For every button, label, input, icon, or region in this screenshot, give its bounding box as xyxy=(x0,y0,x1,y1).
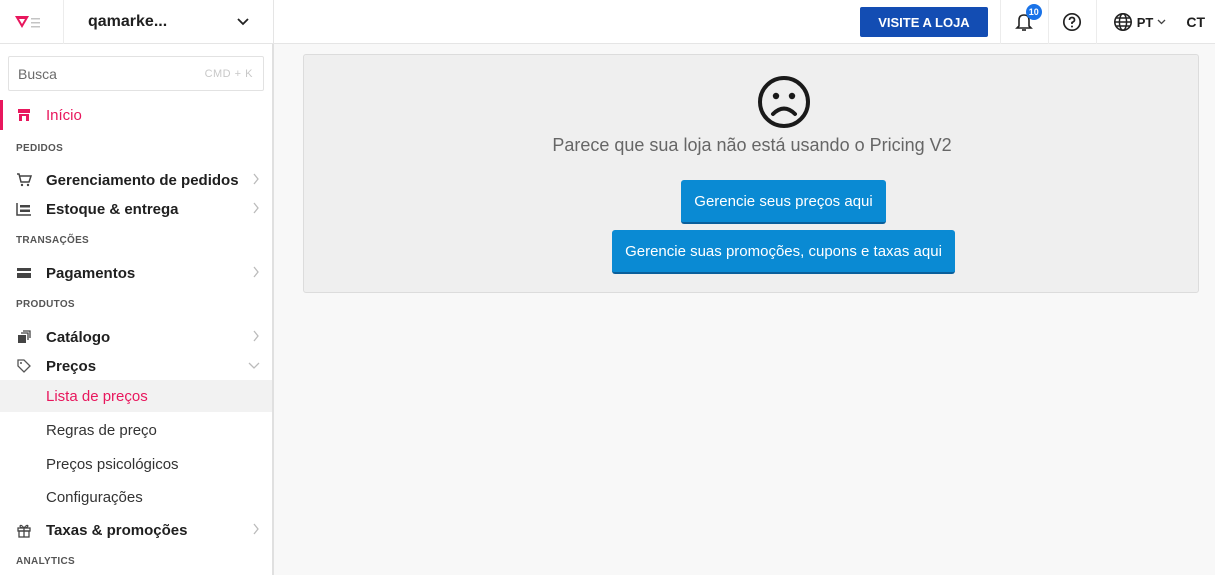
visit-store-button[interactable]: VISITE A LOJA xyxy=(860,7,988,37)
empty-state-panel: Parece que sua loja não está usando o Pr… xyxy=(303,54,1199,293)
sidebar-item-label: Início xyxy=(46,106,82,124)
section-analytics: ANALYTICS xyxy=(16,556,76,567)
vtex-logo[interactable] xyxy=(0,0,64,44)
tag-icon xyxy=(14,358,34,374)
search-input[interactable]: Busca CMD + K xyxy=(8,56,264,91)
language-code: PT xyxy=(1136,14,1154,30)
cart-icon xyxy=(14,173,34,187)
search-shortcut: CMD + K xyxy=(204,67,253,80)
store-name: qamarke... xyxy=(88,12,168,30)
section-products: PRODUTOS xyxy=(16,299,75,310)
help-button[interactable] xyxy=(1047,0,1096,44)
sidebar-subitem-psychological-prices[interactable]: Preços psicológicos xyxy=(0,448,272,480)
globe-icon xyxy=(1113,13,1132,31)
sidebar-item-label: Taxas & promoções xyxy=(46,521,188,539)
top-bar: qamarke... VISITE A LOJA 10 PT CT xyxy=(0,0,1215,44)
sidebar-item-taxes-promotions[interactable]: Taxas & promoções xyxy=(0,515,272,545)
catalog-icon xyxy=(14,330,34,344)
search-placeholder: Busca xyxy=(18,65,57,82)
sidebar-item-order-management[interactable]: Gerenciamento de pedidos xyxy=(0,165,272,195)
chevron-down-icon xyxy=(248,362,260,369)
chevron-right-icon xyxy=(253,330,259,342)
sidebar-subitem-price-rules[interactable]: Regras de preço xyxy=(0,414,272,446)
inventory-icon xyxy=(14,202,34,216)
chevron-down-icon xyxy=(237,17,249,25)
sidebar-item-label: Estoque & entrega xyxy=(46,200,179,218)
chevron-right-icon xyxy=(253,523,259,535)
sidebar-item-payments[interactable]: Pagamentos xyxy=(0,258,272,288)
help-icon xyxy=(1063,12,1082,32)
sidebar-item-label: Pagamentos xyxy=(46,264,136,282)
store-icon xyxy=(14,108,34,122)
store-switcher[interactable]: qamarke... xyxy=(64,0,274,44)
vtex-logo-icon xyxy=(15,15,40,28)
sidebar-item-catalog[interactable]: Catálogo xyxy=(0,322,272,352)
active-indicator xyxy=(0,100,3,130)
avatar[interactable]: CT xyxy=(1178,0,1215,44)
chevron-right-icon xyxy=(253,266,259,278)
manage-prices-button[interactable]: Gerencie seus preços aqui xyxy=(681,180,886,224)
sidebar-item-label: Catálogo xyxy=(46,328,111,346)
sidebar-subitem-settings[interactable]: Configurações xyxy=(0,481,272,513)
sad-face-icon xyxy=(758,76,810,128)
sidebar-item-stock-delivery[interactable]: Estoque & entrega xyxy=(0,194,272,224)
manage-promotions-button[interactable]: Gerencie suas promoções, cupons e taxas … xyxy=(612,230,955,274)
chevron-down-icon xyxy=(1157,19,1166,25)
section-orders: PEDIDOS xyxy=(16,143,64,154)
sidebar-item-prices[interactable]: Preços xyxy=(0,351,272,381)
section-transactions: TRANSAÇÕES xyxy=(16,235,90,246)
sidebar-item-label: Preços xyxy=(46,357,97,375)
credit-card-icon xyxy=(14,267,34,279)
sidebar-item-label: Gerenciamento de pedidos xyxy=(46,171,239,189)
empty-state-message: Parece que sua loja não está usando o Pr… xyxy=(552,135,952,155)
gift-icon xyxy=(14,523,34,538)
notifications-button[interactable]: 10 xyxy=(999,0,1048,44)
language-selector[interactable]: PT xyxy=(1095,0,1179,44)
sidebar-item-home[interactable]: Início xyxy=(0,100,272,130)
sidebar: Busca CMD + K Início PEDIDOS Gerenciamen… xyxy=(0,44,274,575)
chevron-right-icon xyxy=(253,202,259,214)
notification-badge: 10 xyxy=(1025,4,1042,20)
chevron-right-icon xyxy=(253,173,259,185)
sidebar-subitem-price-list[interactable]: Lista de preços xyxy=(0,380,272,412)
